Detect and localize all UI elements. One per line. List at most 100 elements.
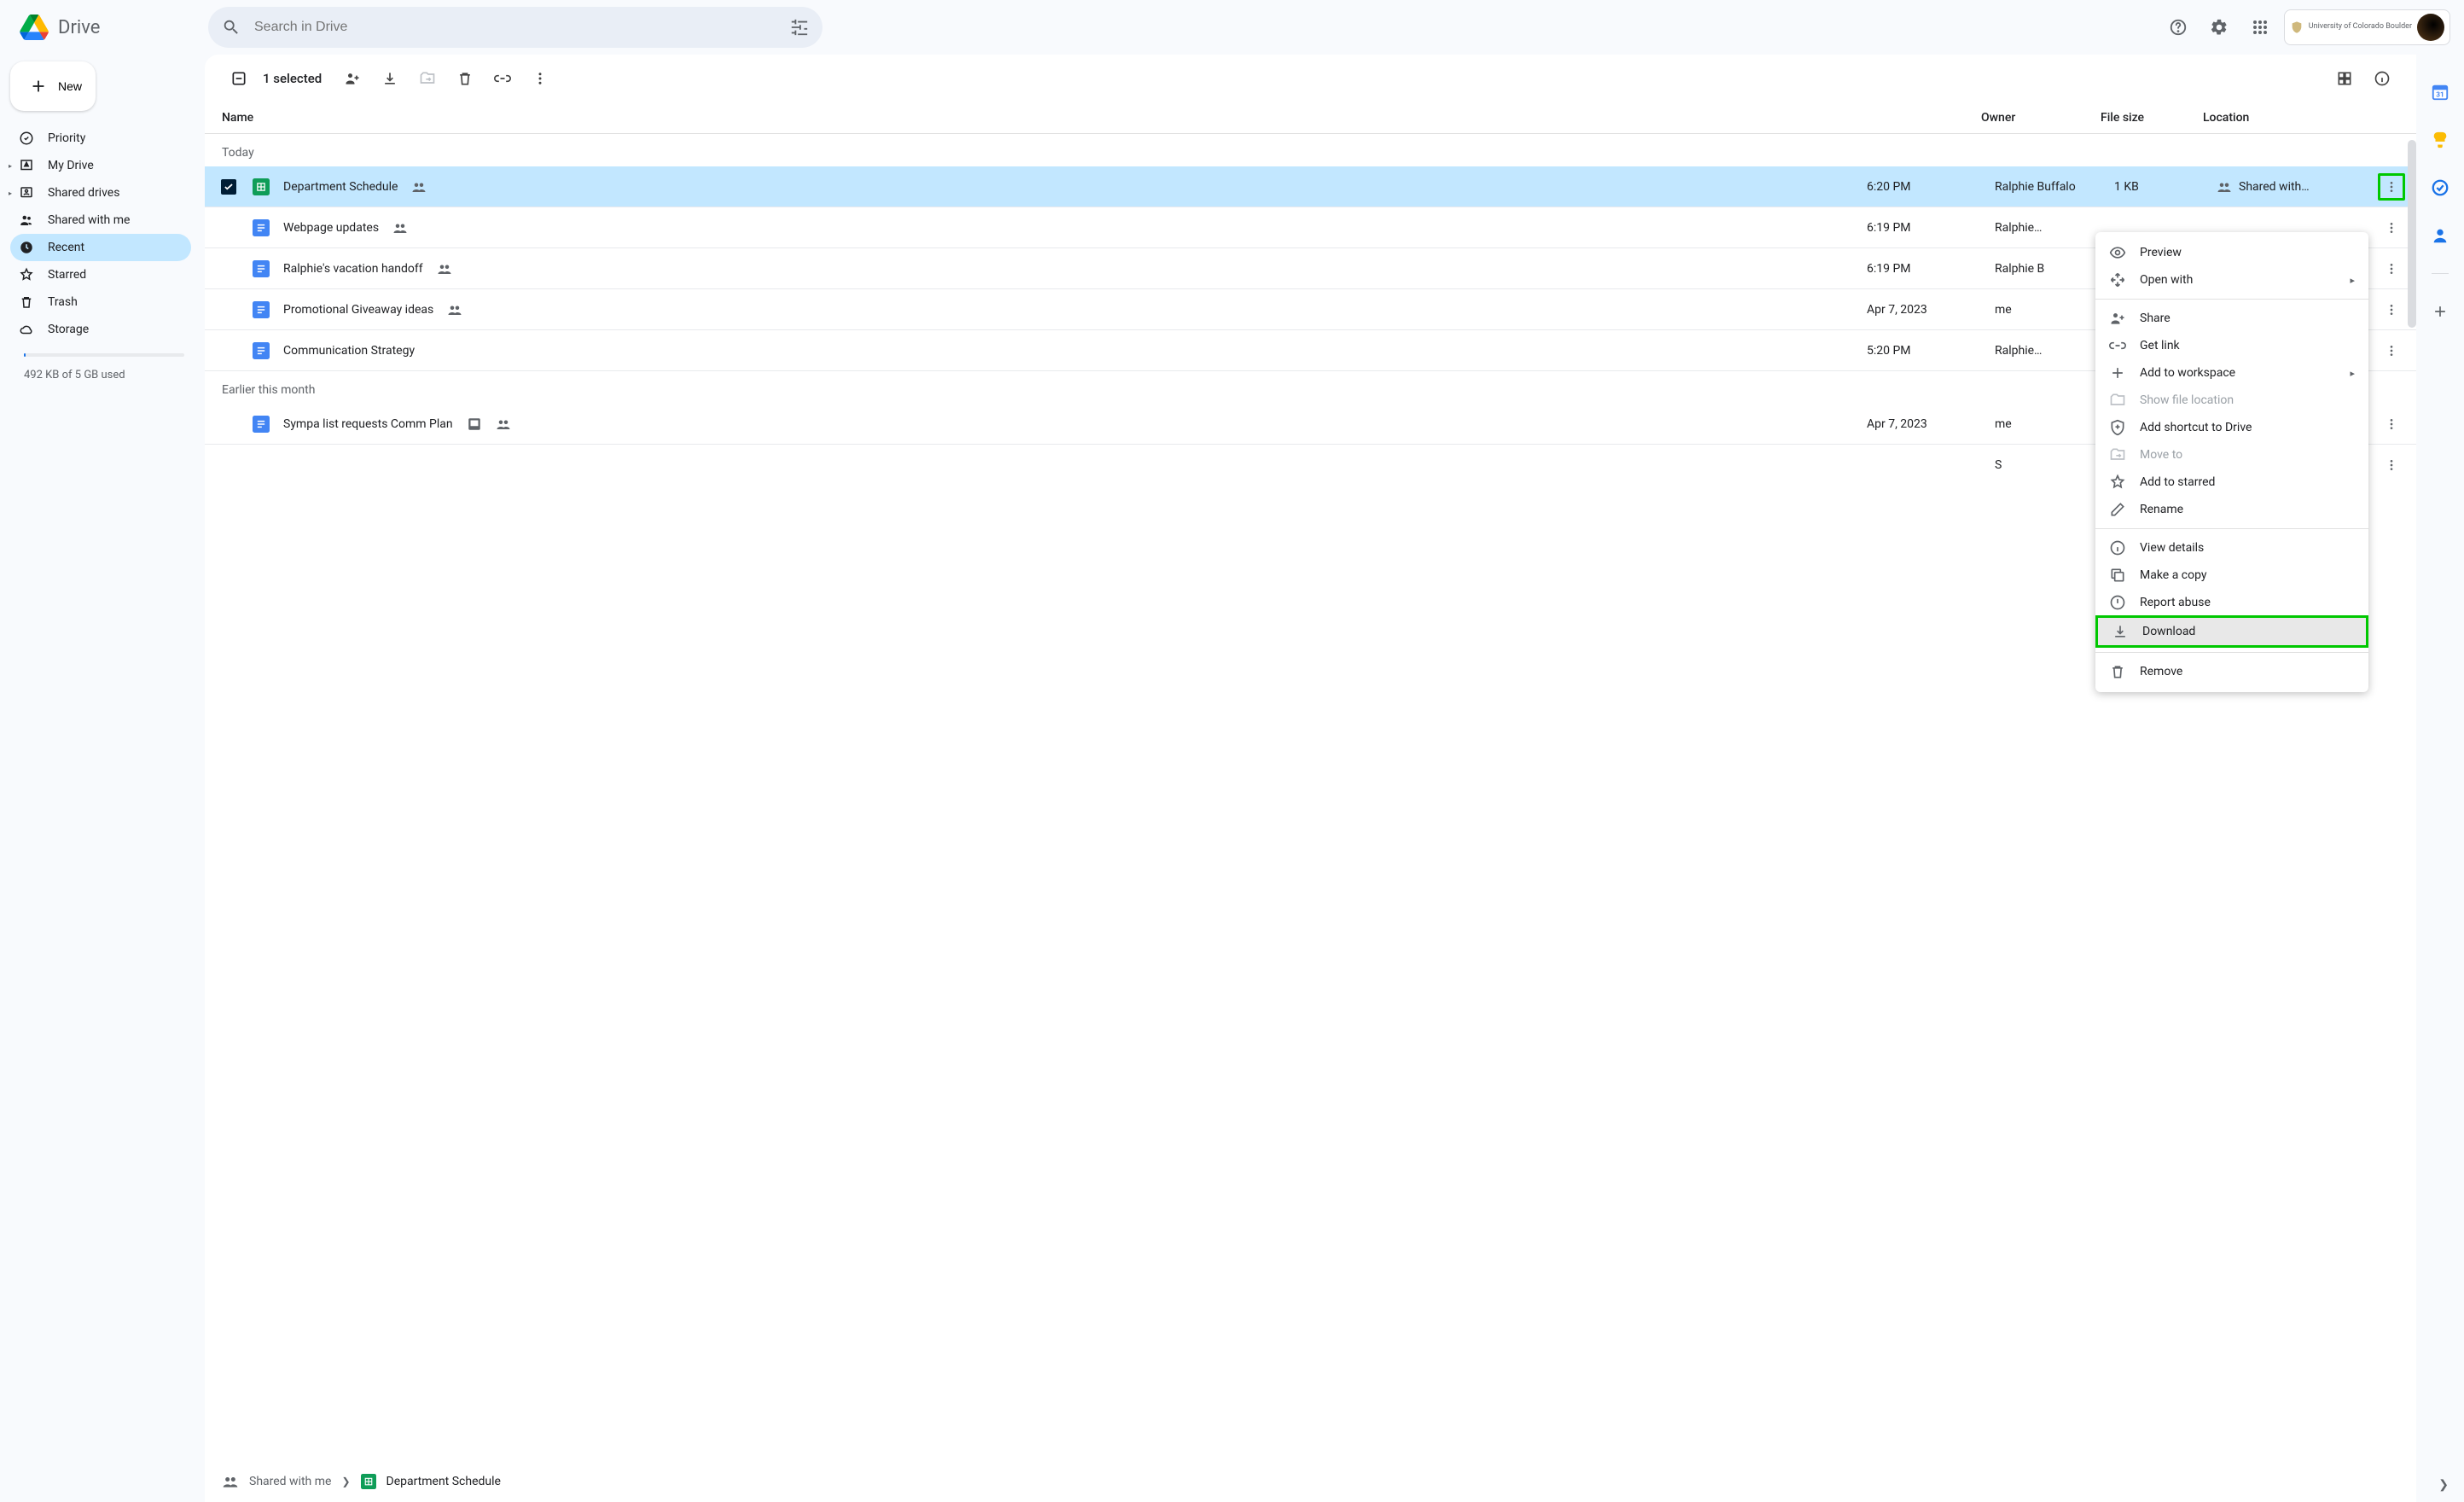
sidebar-item-starred[interactable]: Starred bbox=[10, 261, 191, 288]
new-button-label: New bbox=[58, 79, 82, 93]
shareddrives-icon bbox=[19, 185, 34, 201]
ctx-star[interactable]: Add to starred bbox=[2095, 469, 2368, 496]
sidebar-label: My Drive bbox=[48, 159, 94, 172]
move-icon bbox=[410, 61, 445, 96]
star-icon bbox=[19, 267, 34, 282]
file-name: Ralphie's vacation handoff bbox=[283, 262, 423, 276]
plus-icon bbox=[29, 77, 48, 96]
file-date: 6:19 PM bbox=[1867, 262, 1995, 276]
sidebar-item-trash[interactable]: Trash bbox=[10, 288, 191, 316]
deselect-icon[interactable] bbox=[222, 61, 256, 96]
avatar[interactable] bbox=[2417, 14, 2444, 41]
keep-icon[interactable] bbox=[2423, 123, 2457, 157]
col-name[interactable]: Name bbox=[222, 111, 1981, 125]
scrollbar[interactable] bbox=[2408, 140, 2416, 328]
row-more-button[interactable] bbox=[2378, 214, 2405, 242]
settings-icon[interactable] bbox=[2202, 10, 2236, 44]
drive-logo-icon bbox=[17, 10, 51, 44]
docs-icon bbox=[253, 260, 270, 277]
file-name: Promotional Giveaway ideas bbox=[283, 303, 433, 317]
search-bar[interactable] bbox=[208, 7, 822, 48]
sidebar-item-mydrive[interactable]: ▸ My Drive bbox=[10, 152, 191, 179]
breadcrumb-current[interactable]: Department Schedule bbox=[386, 1475, 501, 1488]
table-row[interactable]: Ralphie's vacation handoff 6:19 PM Ralph… bbox=[205, 248, 2416, 289]
sidebar-label: Priority bbox=[48, 131, 85, 145]
expand-icon[interactable]: ▸ bbox=[9, 189, 12, 197]
logo-area[interactable]: Drive bbox=[14, 10, 201, 44]
addons-icon[interactable] bbox=[2423, 294, 2457, 329]
share-icon[interactable] bbox=[335, 61, 369, 96]
storage-bar bbox=[24, 353, 184, 357]
col-size[interactable]: File size bbox=[2101, 111, 2203, 125]
more-icon[interactable] bbox=[523, 61, 557, 96]
grid-view-icon[interactable] bbox=[2327, 61, 2362, 96]
new-button[interactable]: New bbox=[10, 61, 96, 111]
download-icon[interactable] bbox=[373, 61, 407, 96]
ctx-report[interactable]: Report abuse bbox=[2095, 589, 2368, 616]
table-row[interactable]: Promotional Giveaway ideas Apr 7, 2023 m… bbox=[205, 289, 2416, 330]
svg-text:31: 31 bbox=[2436, 91, 2444, 100]
sidebar-item-shareddrives[interactable]: ▸ Shared drives bbox=[10, 179, 191, 207]
row-more-button[interactable] bbox=[2378, 255, 2405, 282]
table-row[interactable]: Sympa list requests Comm Plan Apr 7, 202… bbox=[205, 404, 2416, 445]
ctx-preview[interactable]: Preview bbox=[2095, 239, 2368, 266]
help-icon[interactable] bbox=[2161, 10, 2195, 44]
app-name: Drive bbox=[58, 17, 100, 38]
table-row[interactable]: Communication Strategy 5:20 PM Ralphie… bbox=[205, 330, 2416, 371]
jamboard-icon bbox=[467, 416, 482, 432]
file-owner: Ralphie Buffalo bbox=[1995, 180, 2114, 194]
search-input[interactable] bbox=[254, 20, 776, 35]
people-icon bbox=[2217, 179, 2232, 195]
shared-icon bbox=[437, 261, 452, 277]
ctx-getlink[interactable]: Get link bbox=[2095, 332, 2368, 359]
row-more-button[interactable] bbox=[2378, 173, 2405, 201]
shared-icon bbox=[392, 220, 408, 236]
apps-icon[interactable] bbox=[2243, 10, 2277, 44]
breadcrumb-root[interactable]: Shared with me bbox=[249, 1475, 331, 1488]
ctx-shortcut[interactable]: Add shortcut to Drive bbox=[2095, 414, 2368, 441]
contacts-icon[interactable] bbox=[2423, 218, 2457, 253]
ctx-download[interactable]: Download bbox=[2098, 618, 2366, 645]
ctx-openwith[interactable]: Open with▸ bbox=[2095, 266, 2368, 294]
docs-icon bbox=[253, 416, 270, 433]
group-today: Today bbox=[205, 134, 2416, 166]
expand-panel-icon[interactable]: ❯ bbox=[2438, 1478, 2449, 1492]
table-row[interactable]: Department Schedule 6:20 PM Ralphie Buff… bbox=[205, 166, 2416, 207]
checkbox-icon[interactable] bbox=[221, 179, 236, 195]
row-more-button[interactable] bbox=[2378, 337, 2405, 364]
ctx-details[interactable]: View details bbox=[2095, 534, 2368, 562]
col-owner[interactable]: Owner bbox=[1981, 111, 2101, 125]
sidebar-item-priority[interactable]: Priority bbox=[10, 125, 191, 152]
ctx-share[interactable]: Share bbox=[2095, 305, 2368, 332]
sidebar-label: Shared with me bbox=[48, 213, 130, 227]
row-more-button[interactable] bbox=[2378, 410, 2405, 438]
table-row[interactable]: Webpage updates 6:19 PM Ralphie… bbox=[205, 207, 2416, 248]
ctx-copy[interactable]: Make a copy bbox=[2095, 562, 2368, 589]
ctx-rename[interactable]: Rename bbox=[2095, 496, 2368, 523]
file-location[interactable]: Shared with… bbox=[2217, 179, 2370, 195]
row-more-button[interactable] bbox=[2378, 451, 2405, 479]
ctx-remove[interactable]: Remove bbox=[2095, 658, 2368, 685]
file-size: 1 KB bbox=[2114, 180, 2217, 194]
sidebar-item-recent[interactable]: Recent bbox=[10, 234, 191, 261]
sidebar-item-storage[interactable]: Storage bbox=[10, 316, 191, 343]
trash-icon bbox=[19, 294, 34, 310]
row-more-button[interactable] bbox=[2378, 296, 2405, 323]
people-icon bbox=[222, 1473, 239, 1490]
account-switcher[interactable]: University of Colorado Boulder bbox=[2284, 9, 2450, 45]
file-name: Sympa list requests Comm Plan bbox=[283, 417, 453, 431]
table-row[interactable]: S bbox=[205, 445, 2416, 486]
col-location[interactable]: Location bbox=[2203, 111, 2356, 125]
delete-icon[interactable] bbox=[448, 61, 482, 96]
ctx-addworkspace[interactable]: Add to workspace▸ bbox=[2095, 359, 2368, 387]
tasks-icon[interactable] bbox=[2423, 171, 2457, 205]
expand-icon[interactable]: ▸ bbox=[9, 162, 12, 170]
search-options-icon[interactable] bbox=[790, 18, 809, 37]
sheets-icon bbox=[361, 1474, 376, 1489]
info-icon[interactable] bbox=[2365, 61, 2399, 96]
link-icon[interactable] bbox=[485, 61, 520, 96]
sidebar-label: Starred bbox=[48, 268, 86, 282]
calendar-icon[interactable]: 31 bbox=[2423, 75, 2457, 109]
chevron-right-icon: ▸ bbox=[2350, 275, 2355, 286]
sidebar-item-sharedwithme[interactable]: Shared with me bbox=[10, 207, 191, 234]
